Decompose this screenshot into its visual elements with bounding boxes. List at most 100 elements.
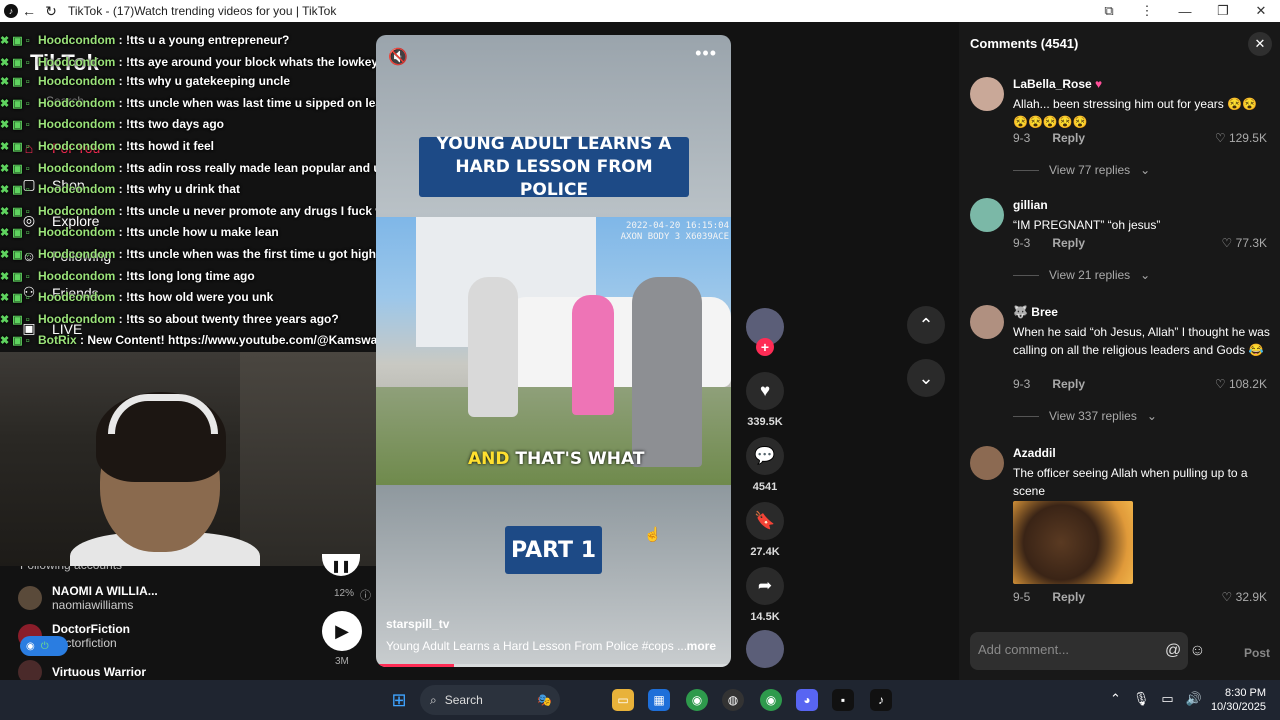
app-main: TikTok Search ⌂ For You ▢ Shop ◎ Explore ☺ F… <box>0 22 1280 684</box>
comment-author[interactable]: Azaddil <box>1013 446 1056 460</box>
comment-author[interactable]: LaBella_Rose ♥ <box>1013 77 1102 91</box>
back-arrow-icon[interactable]: ← <box>18 0 40 22</box>
chat-badges-icon: ✖ ▣ ▫ <box>0 35 30 47</box>
previous-video-button[interactable]: ⌃ <box>907 306 945 344</box>
view-replies-button[interactable]: View 21 replies ⌄ <box>1013 268 1150 282</box>
play-button[interactable]: ▶ <box>322 611 362 651</box>
chrome-profile-icon[interactable]: ◉ <box>760 689 782 711</box>
like-button[interactable]: ♥ 339.5K <box>744 372 786 428</box>
chevron-up-icon[interactable]: ⌃ <box>1110 691 1121 707</box>
chat-badges-icon: ✖ ▣ ▫ <box>0 205 30 218</box>
kebab-menu-icon[interactable]: ⋮ <box>1128 0 1166 22</box>
reply-button[interactable]: Reply <box>1052 590 1085 604</box>
more-link[interactable]: more <box>687 639 716 653</box>
next-video-button[interactable]: ⌄ <box>907 359 945 397</box>
close-window-button[interactable]: ✕ <box>1242 0 1280 22</box>
comments-header: Comments (4541) <box>970 36 1079 51</box>
chevron-down-icon: ⌄ <box>1140 268 1151 282</box>
chat-message: ✖ ▣ ▫ BotRix : New Content! https://www.y… <box>0 330 404 352</box>
chat-message: ✖ ▣ ▫ Hoodcondom : !tts howd it feel <box>0 136 380 158</box>
chat-message: ✖ ▣ ▫ Hoodcondom : !tts how old were you … <box>0 287 380 309</box>
close-comments-button[interactable]: ✕ <box>1248 32 1272 56</box>
obs-icon[interactable]: ◍ <box>722 689 744 711</box>
comment-date: 9-5 <box>1013 590 1031 604</box>
comment-button[interactable]: 💬 4541 <box>744 437 786 493</box>
file-explorer-icon[interactable]: ▭ <box>612 689 634 711</box>
add-comment-input[interactable]: Add comment... <box>970 632 1188 670</box>
info-icon[interactable]: ⓘ <box>360 587 371 603</box>
comment-like-button[interactable]: ♡ 129.5K <box>1215 131 1267 145</box>
window-title: TikTok - (17)Watch trending videos for y… <box>68 4 337 18</box>
call-of-duty-icon[interactable]: ▪ <box>832 689 854 711</box>
chat-message: ✖ ▣ ▫ Hoodcondom : !tts uncle when was la… <box>0 93 389 115</box>
wolf-emoji-icon: 🐺 <box>1013 305 1028 319</box>
network-icon[interactable]: ▭ <box>1161 691 1173 707</box>
post-comment-button[interactable]: Post <box>1244 646 1270 660</box>
mention-icon[interactable]: @ <box>1165 642 1181 660</box>
chevron-down-icon: ⌄ <box>1140 163 1151 177</box>
account-name: DoctorFiction <box>52 622 130 636</box>
video-progress-bar[interactable] <box>376 664 731 667</box>
share-count: 14.5K <box>750 611 780 623</box>
maximize-button[interactable]: ❐ <box>1204 0 1242 22</box>
video-author[interactable]: starspill_tv <box>386 617 449 631</box>
video-bodycam-scene: 2022-04-20 16:15:04 AXON BODY 3 X6039ACE … <box>376 217 731 485</box>
widget-icon: 🎭 <box>537 693 552 707</box>
comment-like-button[interactable]: ♡ 108.2K <box>1215 377 1267 391</box>
view-replies-button[interactable]: View 77 replies ⌄ <box>1013 163 1150 177</box>
microphone-icon[interactable]: 🎙 <box>1133 691 1150 707</box>
chat-badges-icon: ✖ ▣ ▫ <box>0 292 30 305</box>
comment-text: “IM PREGNANT” “oh jesus” <box>1013 218 1161 232</box>
chrome-icon[interactable]: ◉ <box>686 689 708 711</box>
mouse-cursor-icon: ☝ <box>644 526 662 542</box>
reply-button[interactable]: Reply <box>1052 377 1085 391</box>
chat-message: ✖ ▣ ▫ Hoodcondom : !tts two days ago <box>0 114 380 136</box>
extensions-icon[interactable]: ⧉ <box>1090 0 1128 22</box>
avatar[interactable] <box>970 198 1004 232</box>
save-button[interactable]: 🔖 27.4K <box>744 502 786 558</box>
avatar[interactable] <box>970 446 1004 480</box>
muted-speaker-icon[interactable]: 🔇 <box>388 47 408 67</box>
comment-item: gillian “IM PREGNANT” “oh jesus” 9-3 Repl… <box>970 198 1275 288</box>
taskbar-search[interactable]: ⌕ Search 🎭 <box>420 685 560 715</box>
comment-author[interactable]: 🐺 Bree <box>1013 305 1058 319</box>
tiktok-taskbar-icon[interactable]: ♪ <box>870 689 892 711</box>
chat-message: ✖ ▣ ▫ Hoodcondom : !tts so about twenty t… <box>0 309 380 331</box>
headphones-icon <box>108 394 218 434</box>
reply-button[interactable]: Reply <box>1052 131 1085 145</box>
share-button[interactable]: ➦ 14.5K <box>744 567 786 623</box>
comment-like-button[interactable]: ♡ 77.3K <box>1222 236 1267 250</box>
store-icon[interactable]: ▦ <box>648 689 670 711</box>
taskbar-clock[interactable]: 8:30 PM 10/30/2025 <box>1211 686 1266 714</box>
minimize-button[interactable]: — <box>1166 0 1204 22</box>
avatar[interactable] <box>970 77 1004 111</box>
webcam-overlay <box>0 352 376 566</box>
more-options-icon[interactable]: ••• <box>695 43 717 64</box>
comment-icon: 💬 <box>746 437 784 475</box>
chat-badges-icon: ✖ ▣ ▫ <box>0 270 30 283</box>
video-progress-fill <box>376 664 455 667</box>
comment-author[interactable]: gillian <box>1013 198 1048 212</box>
follow-plus-icon[interactable]: + <box>756 338 774 356</box>
scene-person <box>468 277 518 417</box>
comment-like-button[interactable]: ♡ 32.9K <box>1222 590 1267 604</box>
following-account[interactable]: NAOMI A WILLIA... naomiawilliams <box>18 584 158 612</box>
sound-avatar-button[interactable] <box>744 630 786 668</box>
reload-icon[interactable]: ↻ <box>40 0 62 22</box>
chat-message: ✖ ▣ ▫ Hoodcondom : !tts uncle when was th… <box>0 244 380 266</box>
account-name: Virtuous Warrior <box>52 665 147 679</box>
windows-start-icon[interactable]: ⊞ <box>389 690 409 710</box>
comment-meta: 9-3 Reply <box>1013 236 1085 250</box>
discord-icon[interactable]: ◕ <box>796 689 818 711</box>
chat-message: ✖ ▣ ▫ Hoodcondom : !tts why u drink that <box>0 179 380 201</box>
video-player[interactable]: 🔇 ••• YOUNG ADULT LEARNS A HARD LESSON F… <box>376 35 731 667</box>
account-name: NAOMI A WILLIA... <box>52 584 158 598</box>
viewer-count: 3M <box>335 656 349 667</box>
view-replies-button[interactable]: View 337 replies ⌄ <box>1013 409 1157 423</box>
volume-icon[interactable]: 🔊 <box>1186 691 1202 707</box>
divider <box>1013 415 1039 417</box>
reply-button[interactable]: Reply <box>1052 236 1085 250</box>
emoji-picker-icon[interactable]: ☺ <box>1189 642 1205 660</box>
comment-image-dog[interactable] <box>1013 501 1133 584</box>
avatar[interactable] <box>970 305 1004 339</box>
